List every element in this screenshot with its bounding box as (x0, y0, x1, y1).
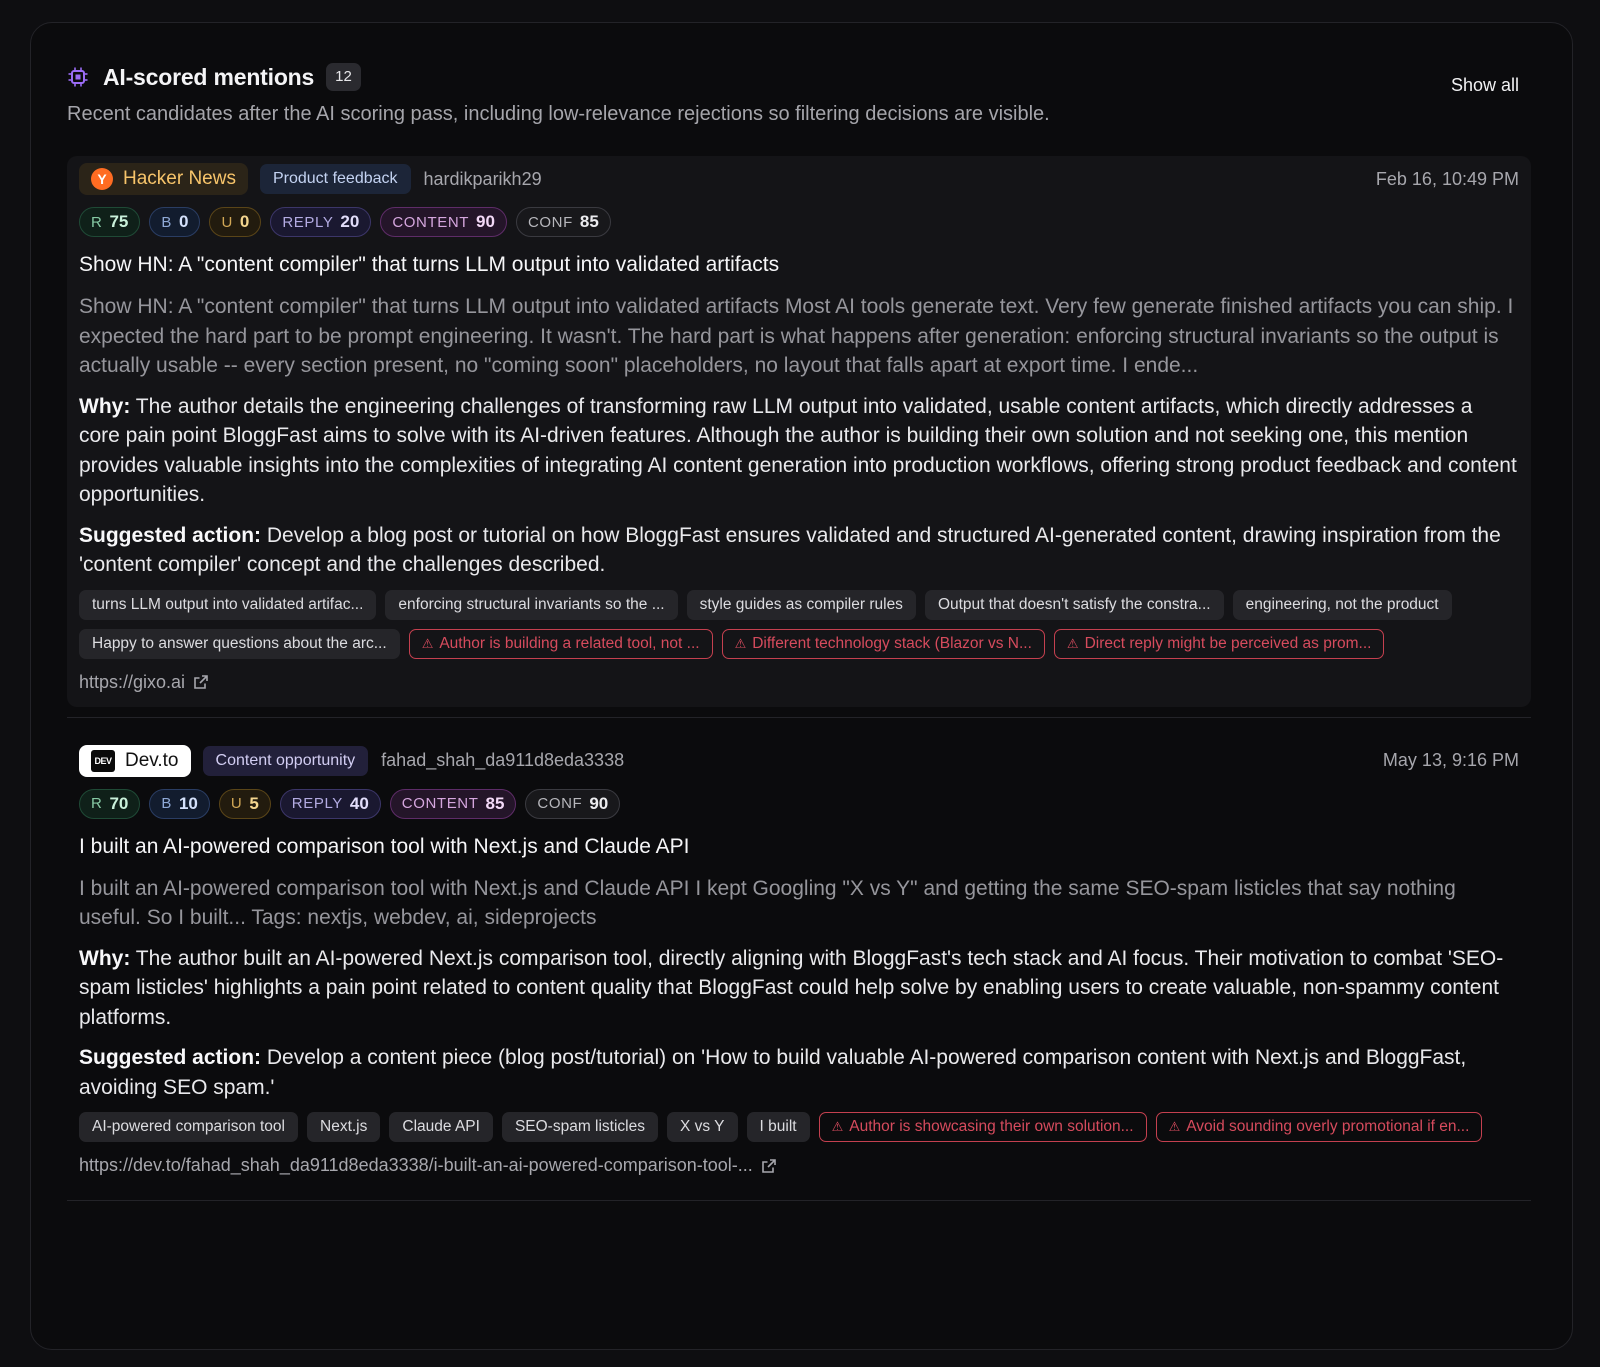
why-text: Why: The author details the engineering … (79, 394, 1517, 507)
keyword-tag: Output that doesn't satisfy the constra.… (924, 589, 1224, 620)
mention-title: Show HN: A "content compiler" that turns… (79, 253, 780, 276)
relevance-score-badge: R 75 (79, 207, 141, 237)
confidence-score-badge: CONF 90 (525, 788, 621, 819)
warning-tag: ⚠ Author is showcasing their own solution… (818, 1112, 1147, 1142)
warning-tag: ⚠ Direct reply might be perceived as prom… (1053, 628, 1385, 659)
keyword-tag: enforcing structural invariants so the .… (385, 589, 678, 620)
keyword-tag: Next.js (307, 1112, 381, 1142)
reply-score-badge: REPLY 40 (279, 788, 381, 819)
author-name: hardikparikh29 (423, 168, 542, 189)
source-badge[interactable]: DEV Dev.to (79, 744, 191, 777)
warning-tag: ⚠ Avoid sounding overly promotional if en… (1155, 1112, 1483, 1142)
warning-icon: ⚠ (734, 635, 747, 651)
relevance-score-badge: R 70 (79, 788, 141, 819)
keyword-tag: I built (746, 1112, 810, 1142)
u-score-badge: U0 (209, 207, 262, 237)
reply-score-badge: REPLY 20 (270, 207, 372, 237)
source-name: Hacker News (123, 168, 236, 189)
warning-tag: ⚠ Author is building a related tool, not … (408, 628, 713, 659)
category-badge: Content opportunity (202, 745, 369, 776)
mention-card: Y Hacker News Product feedback hardikpar… (67, 156, 1531, 707)
confidence-score-badge: CONF 85 (515, 207, 611, 237)
mention-link[interactable]: https://dev.to/fahad_shah_da911d8eda3338… (79, 1155, 1519, 1176)
warning-icon: ⚠ (421, 635, 434, 651)
panel-header: AI-scored mentions 12 (67, 61, 1531, 93)
suggested-action-text: Suggested action: Develop a content piec… (79, 1046, 1467, 1099)
mention-meta: Y Hacker News Product feedback hardikpar… (79, 163, 1519, 195)
cpu-chip-icon (67, 66, 89, 88)
external-link-icon[interactable] (193, 674, 209, 690)
warning-icon: ⚠ (1168, 1119, 1181, 1134)
score-badges: R 75 B0 U0 REPLY 20 CONTENT 90 CONF 85 (79, 207, 1519, 237)
why-text: Why: The author built an AI-powered Next… (79, 946, 1504, 1029)
tag-list: turns LLM output into validated artifac.… (79, 589, 1519, 668)
panel-content: AI-scored mentions 12 Show all Recent ca… (67, 61, 1531, 1201)
mention-card: DEV Dev.to Content opportunity fahad_sha… (67, 738, 1531, 1191)
u-score-badge: U5 (218, 788, 271, 819)
category-badge: Product feedback (259, 164, 411, 194)
mention-excerpt: I built an AI-powered comparison tool wi… (79, 876, 1456, 930)
score-badges: R 70 B 10 U5 REPLY 40 CONTENT 85 CONF 90 (79, 788, 1519, 819)
ai-scored-mentions-panel: AI-scored mentions 12 Show all Recent ca… (30, 22, 1573, 1350)
suggested-action-text: Suggested action: Develop a blog post or… (79, 523, 1501, 577)
b-score-badge: B0 (149, 207, 201, 237)
keyword-tag: engineering, not the product (1232, 589, 1452, 620)
card-divider (67, 716, 1531, 718)
mention-link[interactable]: https://gixo.ai (79, 672, 1519, 693)
keyword-tag: AI-powered comparison tool (79, 1112, 298, 1142)
show-all-button[interactable]: Show all (1451, 75, 1519, 96)
content-score-badge: CONTENT 90 (380, 207, 507, 237)
dev-to-logo-icon: DEV (91, 749, 115, 772)
mention-count-badge: 12 (326, 63, 361, 91)
panel-title: AI-scored mentions (103, 63, 315, 90)
mention-date: Feb 16, 10:49 PM (1375, 168, 1519, 189)
keyword-tag: turns LLM output into validated artifac.… (79, 589, 377, 620)
keyword-tag: style guides as compiler rules (686, 589, 916, 620)
mention-meta: DEV Dev.to Content opportunity fahad_sha… (79, 744, 1519, 777)
panel-subtitle: Recent candidates after the AI scoring p… (67, 103, 1050, 125)
b-score-badge: B 10 (149, 788, 210, 819)
tag-list: AI-powered comparison tool Next.js Claud… (79, 1112, 1519, 1151)
keyword-tag: X vs Y (667, 1112, 738, 1142)
mention-title: I built an AI-powered comparison tool wi… (79, 834, 690, 858)
keyword-tag: Happy to answer questions about the arc.… (79, 628, 400, 659)
hacker-news-logo-icon: Y (91, 168, 113, 190)
source-badge[interactable]: Y Hacker News (79, 163, 248, 195)
mention-date: May 13, 9:16 PM (1382, 750, 1519, 770)
content-score-badge: CONTENT 85 (389, 788, 517, 819)
mention-excerpt: Show HN: A "content compiler" that turns… (79, 295, 1514, 377)
external-link-icon[interactable] (761, 1158, 777, 1174)
keyword-tag: Claude API (389, 1112, 493, 1142)
mention-url[interactable]: https://gixo.ai (79, 672, 185, 693)
keyword-tag: SEO-spam listicles (501, 1112, 658, 1142)
card-divider (67, 1200, 1531, 1201)
mention-url[interactable]: https://dev.to/fahad_shah_da911d8eda3338… (79, 1155, 753, 1176)
author-name: fahad_shah_da911d8eda3338 (381, 750, 625, 770)
warning-icon: ⚠ (1066, 635, 1079, 651)
warning-icon: ⚠ (831, 1119, 844, 1134)
warning-tag: ⚠ Different technology stack (Blazor vs N… (721, 628, 1045, 659)
source-name: Dev.to (125, 749, 179, 771)
